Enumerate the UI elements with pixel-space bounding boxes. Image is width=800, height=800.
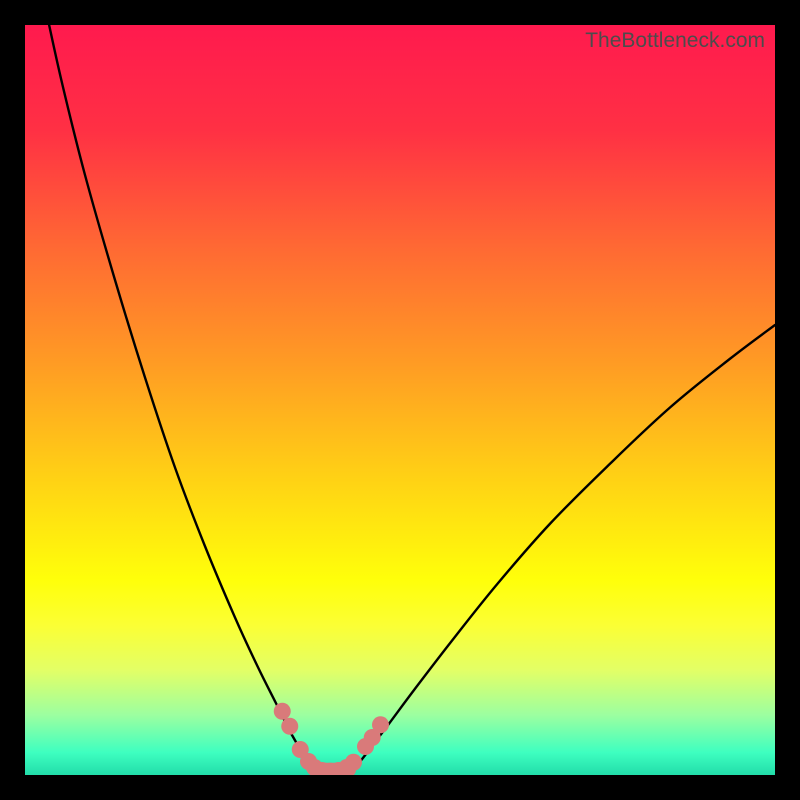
marker-bottom-markers [281, 718, 298, 735]
chart-frame: TheBottleneck.com [0, 0, 800, 800]
chart-svg [25, 25, 775, 775]
chart-plot-area: TheBottleneck.com [25, 25, 775, 775]
marker-bottom-markers [372, 716, 389, 733]
marker-bottom-markers [274, 703, 291, 720]
watermark-text: TheBottleneck.com [585, 29, 765, 53]
chart-background [25, 25, 775, 775]
